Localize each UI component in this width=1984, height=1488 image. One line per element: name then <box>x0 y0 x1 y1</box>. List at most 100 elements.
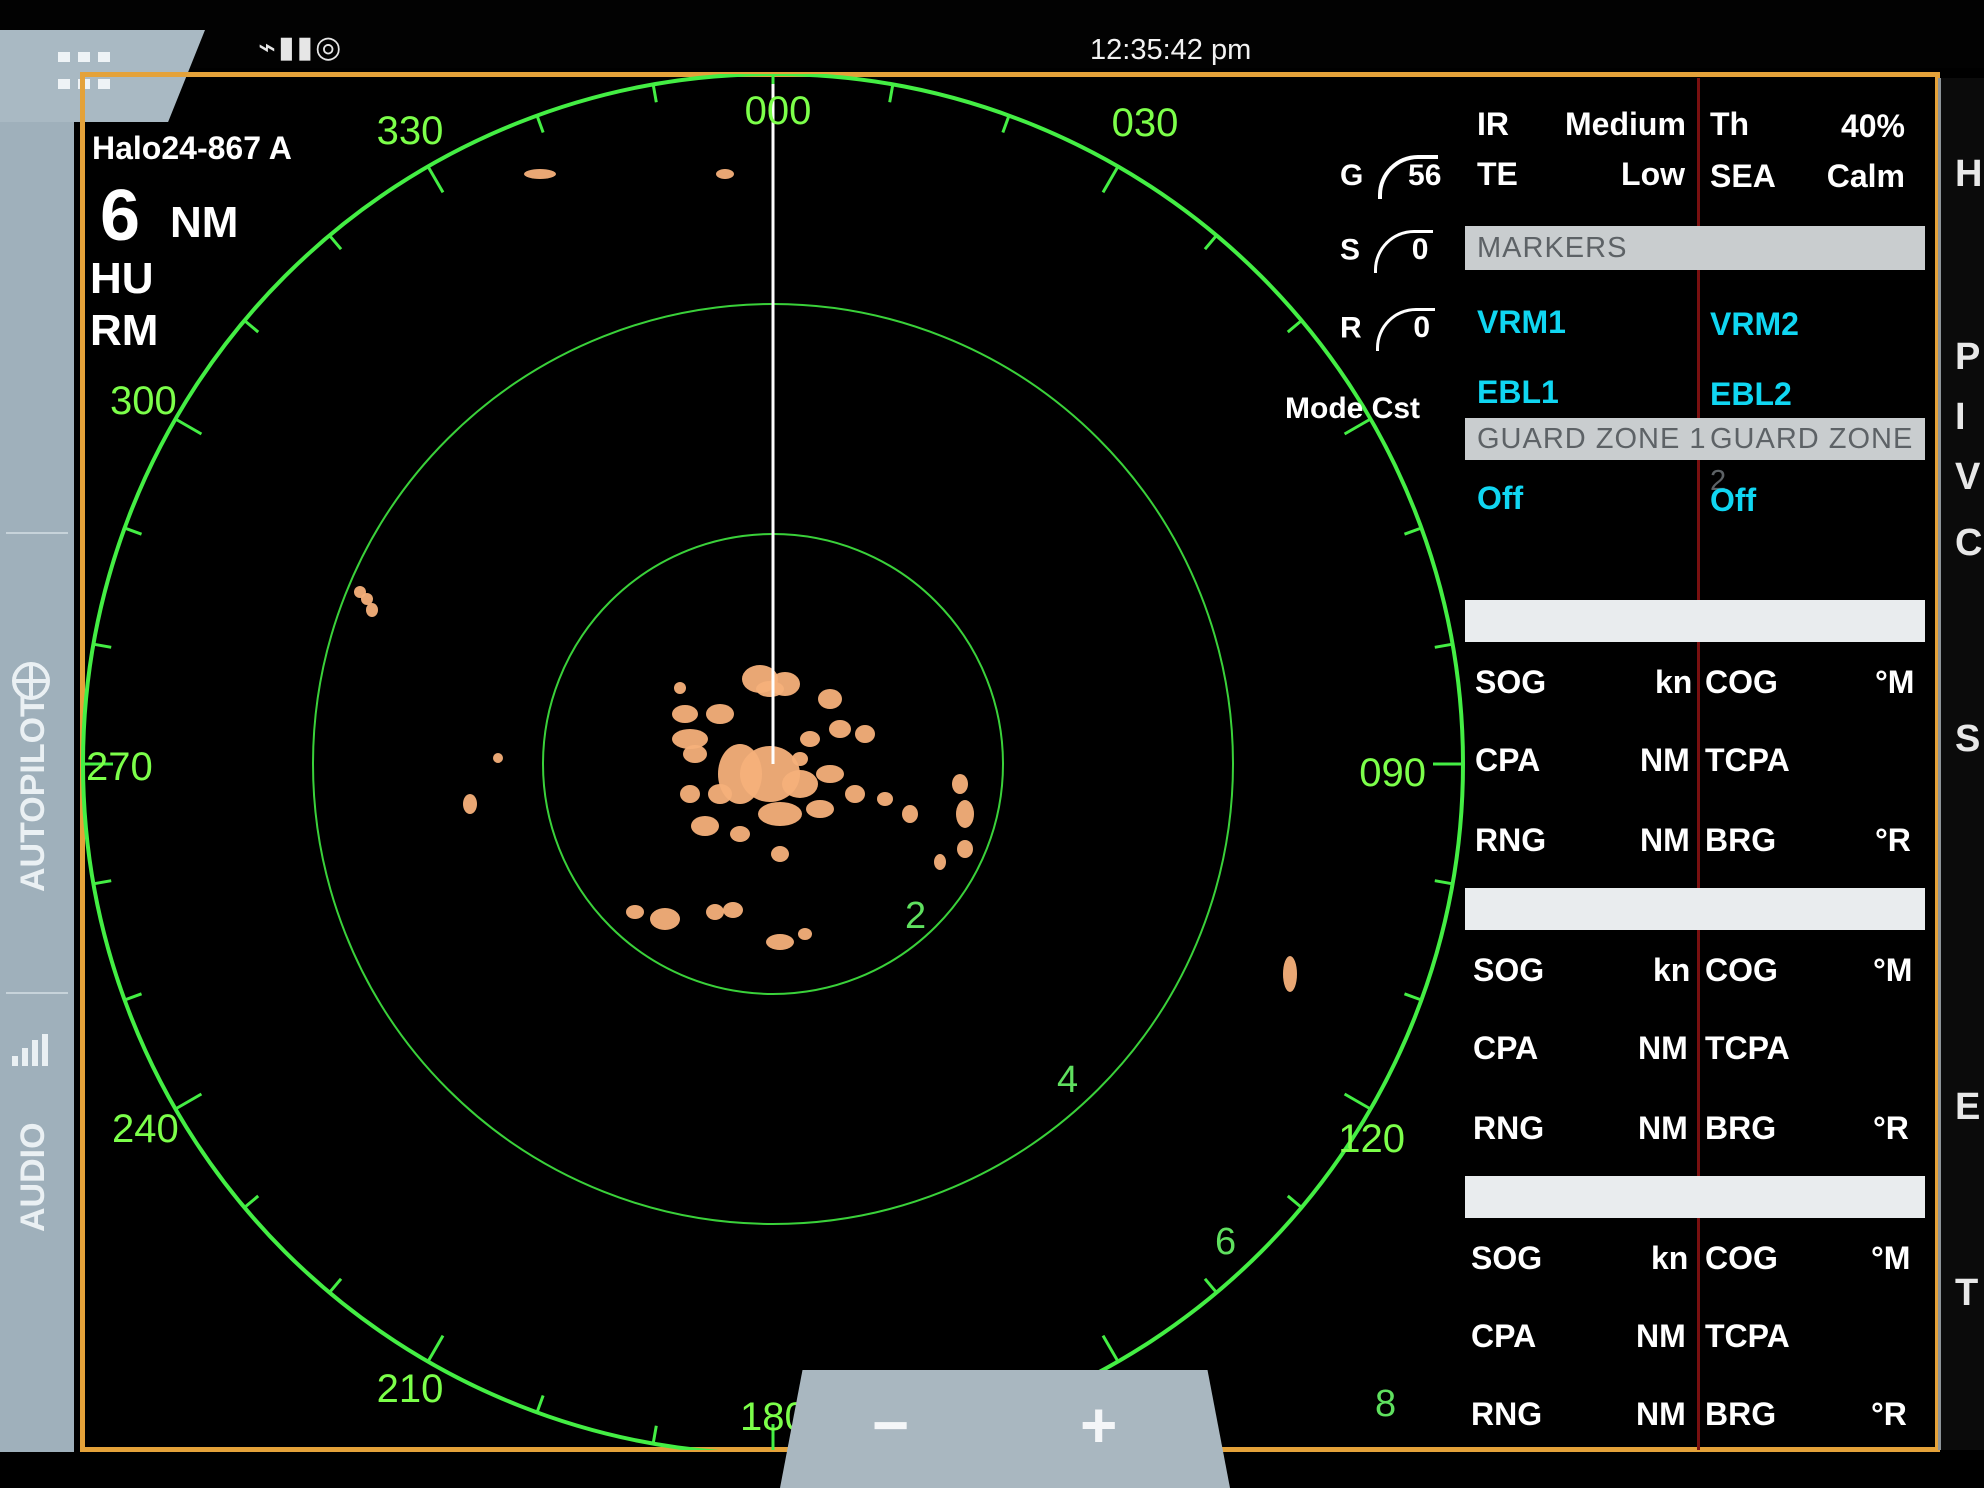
bearing-tick <box>1101 1334 1120 1363</box>
radar-echo <box>626 905 644 919</box>
bearing-tick <box>174 417 203 436</box>
rain-label: R <box>1340 311 1362 345</box>
bearing-tick <box>93 879 112 886</box>
radar-echo <box>952 774 968 794</box>
sidebar-item-autopilot[interactable]: AUTOPILOT <box>0 542 74 982</box>
mode-label: Mode <box>1285 392 1364 425</box>
brg-unit: °R <box>1871 1396 1907 1432</box>
radar-echo <box>706 704 734 724</box>
target-separator <box>1465 600 1925 642</box>
ring-range-label: 4 <box>1057 1059 1078 1101</box>
clipped-label: H <box>1955 153 1983 195</box>
radar-echo <box>493 753 503 763</box>
cog-unit: °M <box>1873 952 1913 988</box>
guard-zone-2-state[interactable]: Off <box>1710 482 1756 519</box>
radar-echo <box>845 785 865 803</box>
radar-echo <box>766 934 794 950</box>
sog-label: SOG <box>1471 1240 1543 1276</box>
bearing-label: 030 <box>1112 101 1179 145</box>
orientation-mode[interactable]: HU <box>90 254 154 304</box>
rain-control[interactable]: R 0 <box>1340 308 1460 351</box>
sidebar-divider <box>6 992 68 994</box>
bearing-label: 240 <box>112 1107 179 1151</box>
sea-control[interactable]: S 0 <box>1340 230 1458 273</box>
zoom-in-button[interactable]: + <box>1080 1388 1117 1462</box>
radar-echo <box>798 928 812 940</box>
setting-key: IR <box>1477 106 1509 142</box>
sidebar-divider <box>6 532 68 534</box>
bearing-tick <box>535 1394 545 1413</box>
radar-echo <box>877 792 893 806</box>
radar-echo <box>683 745 707 763</box>
radar-display[interactable]: 000 030 090 120 180 210 240 270 300 330 … <box>80 74 1465 1450</box>
sidebar-item-audio[interactable]: AUDIO <box>0 1002 74 1442</box>
vrm2-marker[interactable]: VRM2 <box>1710 306 1799 343</box>
sog-unit: kn <box>1655 664 1693 700</box>
sog-unit: kn <box>1651 1240 1689 1276</box>
rng-label: RNG <box>1471 1396 1543 1432</box>
radar-echo <box>691 816 719 836</box>
column-divider <box>1697 930 1700 1176</box>
ebl1-marker[interactable]: EBL1 <box>1477 374 1559 411</box>
radar-echo <box>706 904 724 920</box>
zoom-out-button[interactable]: − <box>872 1388 909 1462</box>
radar-echo <box>650 908 680 930</box>
column-divider <box>1697 642 1700 888</box>
cog-label: COG <box>1705 664 1778 700</box>
radar-echo <box>800 731 820 747</box>
cpa-label: CPA <box>1471 1318 1537 1354</box>
radar-echo <box>806 800 834 818</box>
settings-block[interactable]: IR Medium Th 40% TE Low SEA Calm <box>1465 78 1925 226</box>
cpa-unit: NM <box>1638 1030 1688 1066</box>
vrm1-marker[interactable]: VRM1 <box>1477 304 1566 341</box>
radar-echo <box>716 169 734 179</box>
sog-label: SOG <box>1475 664 1547 700</box>
ring-range-label: 6 <box>1215 1221 1236 1263</box>
motion-mode[interactable]: RM <box>90 306 158 356</box>
radar-echo <box>1283 956 1297 992</box>
bearing-tick <box>651 84 658 103</box>
gain-control[interactable]: G 56 <box>1340 155 1479 199</box>
bearing-tick <box>1286 1194 1303 1209</box>
target-info-block[interactable]: SOG kn COG °M CPA NM TCPA RNG NM BRG °R <box>1465 642 1925 888</box>
setting-value: Medium <box>1565 106 1686 142</box>
bearing-label: 330 <box>377 109 444 153</box>
range-value[interactable]: 6 <box>100 175 140 257</box>
ring-range-label: 2 <box>905 895 926 937</box>
setting-value: 40% <box>1840 108 1905 144</box>
bearing-tick <box>1434 879 1453 886</box>
cpa-unit: NM <box>1640 742 1690 778</box>
bearing-label: 300 <box>110 379 177 423</box>
connectivity-icons: ⌁▮▮◎ <box>258 30 343 65</box>
bearing-tick <box>124 526 143 536</box>
bearing-tick <box>1403 526 1422 536</box>
target-info-block[interactable]: SOG kn COG °M CPA NM TCPA RNG NM BRG °R <box>1465 930 1925 1176</box>
bearing-tick <box>1203 234 1218 251</box>
setting-value: Calm <box>1826 158 1905 194</box>
tcpa-label: TCPA <box>1705 1030 1790 1066</box>
column-divider <box>1697 1218 1700 1450</box>
radar-echo <box>855 725 875 743</box>
mode-control[interactable]: Mode Cst <box>1285 392 1420 426</box>
sidebar-item-label: AUDIO <box>14 1122 52 1232</box>
bearing-label: 000 <box>745 89 812 133</box>
radar-echo <box>366 603 378 617</box>
markers-header: MARKERS <box>1465 226 1925 270</box>
bearing-tick <box>93 642 112 649</box>
sog-label: SOG <box>1473 952 1545 988</box>
ebl2-marker[interactable]: EBL2 <box>1710 376 1792 413</box>
clipped-label: T <box>1955 1272 1979 1314</box>
target-info-block[interactable]: SOG kn COG °M CPA NM TCPA RNG NM BRG °R <box>1465 1218 1925 1450</box>
target-separator <box>1465 1176 1925 1218</box>
rng-unit: NM <box>1636 1396 1686 1432</box>
setting-key: SEA <box>1710 158 1776 194</box>
tcpa-label: TCPA <box>1705 742 1790 778</box>
radar-echo <box>934 854 946 870</box>
range-unit: NM <box>170 198 239 247</box>
radar-echo <box>730 826 750 842</box>
radar-echo <box>708 784 732 804</box>
bearing-tick <box>243 319 260 334</box>
guard-zone-1-state[interactable]: Off <box>1477 480 1523 517</box>
sea-label: S <box>1340 233 1361 267</box>
column-divider <box>1697 78 1700 226</box>
